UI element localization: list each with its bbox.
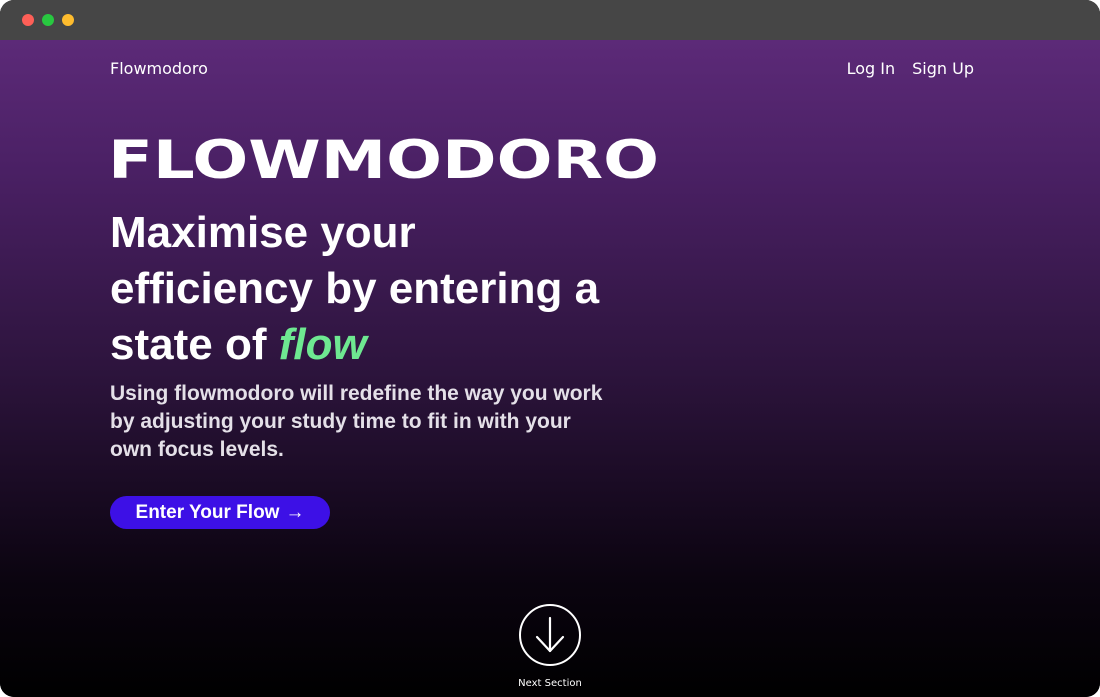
landing-page: Flowmodoro Log In Sign Up FLOWMODORO Max…: [0, 40, 1100, 697]
headline-highlight: flow: [278, 320, 367, 369]
arrow-right-icon: →: [285, 501, 305, 523]
nav-links: Log In Sign Up: [847, 59, 974, 78]
hero-subtext: Using flowmodoro will redefine the way y…: [110, 382, 603, 461]
next-section-button[interactable]: [519, 604, 581, 666]
minimize-window-button[interactable]: [42, 14, 54, 26]
nav-brand[interactable]: Flowmodoro: [110, 59, 208, 78]
hero-headline: Maximise your efficiency by entering a s…: [110, 205, 630, 373]
enter-flow-label: Enter Your Flow: [135, 501, 280, 523]
next-section-label: Next Section: [518, 678, 582, 689]
window-titlebar: [0, 0, 1100, 40]
zoom-window-button[interactable]: [62, 14, 74, 26]
close-window-button[interactable]: [22, 14, 34, 26]
arrow-down-icon: [535, 616, 565, 653]
hero-wordmark: FLOWMODORO: [108, 130, 659, 191]
login-link[interactable]: Log In: [847, 59, 896, 78]
enter-flow-button[interactable]: Enter Your Flow →: [110, 496, 330, 529]
signup-link[interactable]: Sign Up: [912, 59, 974, 78]
browser-window: Flowmodoro Log In Sign Up FLOWMODORO Max…: [0, 0, 1100, 697]
